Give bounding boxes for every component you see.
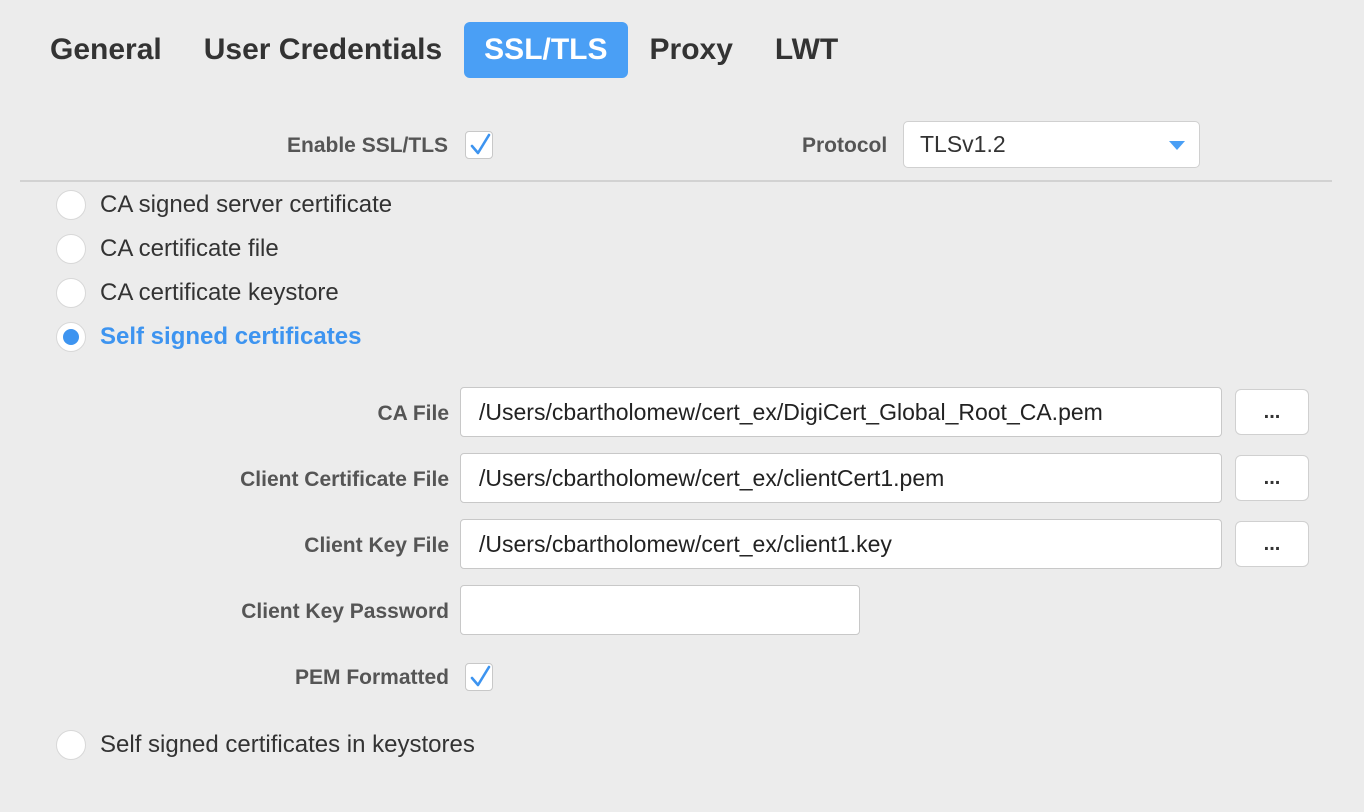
protocol-select[interactable]: TLSv1.2 [903,121,1200,168]
chevron-down-icon [1169,141,1185,150]
radio-button[interactable] [56,190,86,220]
enable-ssl-checkbox[interactable] [465,131,493,159]
radio-self-signed-certificates[interactable]: Self signed certificates [56,321,361,353]
radio-button-selected[interactable] [56,322,86,352]
radio-label: Self signed certificates [100,323,362,350]
client-certificate-browse-button[interactable]: ... [1235,455,1309,501]
tab-ssl-tls[interactable]: SSL/TLS [464,22,628,78]
pem-formatted-checkbox[interactable] [465,663,493,691]
ca-file-input[interactable] [460,387,1222,437]
radio-ca-certificate-file[interactable]: CA certificate file [56,233,279,265]
tab-general[interactable]: General [30,22,182,78]
protocol-select-value: TLSv1.2 [920,131,1006,157]
radio-label: CA certificate keystore [100,279,339,306]
checkmark-icon [470,133,491,155]
radio-self-signed-certificates-in-keystores[interactable]: Self signed certificates in keystores [56,729,475,761]
client-key-password-input[interactable] [460,585,860,635]
radio-button[interactable] [56,234,86,264]
client-certificate-file-input[interactable] [460,453,1222,503]
protocol-label: Protocol [802,134,888,157]
client-key-file-label: Client Key File [304,534,449,557]
client-key-file-input[interactable] [460,519,1222,569]
radio-label: Self signed certificates in keystores [100,731,475,758]
client-key-password-label: Client Key Password [241,600,449,623]
ca-file-browse-button[interactable]: ... [1235,389,1309,435]
tab-user-credentials[interactable]: User Credentials [184,22,462,78]
enable-ssl-label: Enable SSL/TLS [287,134,449,157]
section-divider [20,180,1332,182]
radio-button[interactable] [56,730,86,760]
pem-formatted-label: PEM Formatted [294,666,449,689]
client-certificate-file-label: Client Certificate File [240,468,449,491]
radio-ca-signed-server-certificate[interactable]: CA signed server certificate [56,189,392,221]
tab-bar: General User Credentials SSL/TLS Proxy L… [30,22,860,78]
radio-label: CA certificate file [100,235,279,262]
tab-lwt[interactable]: LWT [755,22,858,78]
ca-file-label: CA File [377,402,449,425]
checkmark-icon [470,665,491,687]
radio-ca-certificate-keystore[interactable]: CA certificate keystore [56,277,339,309]
tab-proxy[interactable]: Proxy [630,22,753,78]
radio-label: CA signed server certificate [100,191,393,218]
radio-button[interactable] [56,278,86,308]
client-key-browse-button[interactable]: ... [1235,521,1309,567]
